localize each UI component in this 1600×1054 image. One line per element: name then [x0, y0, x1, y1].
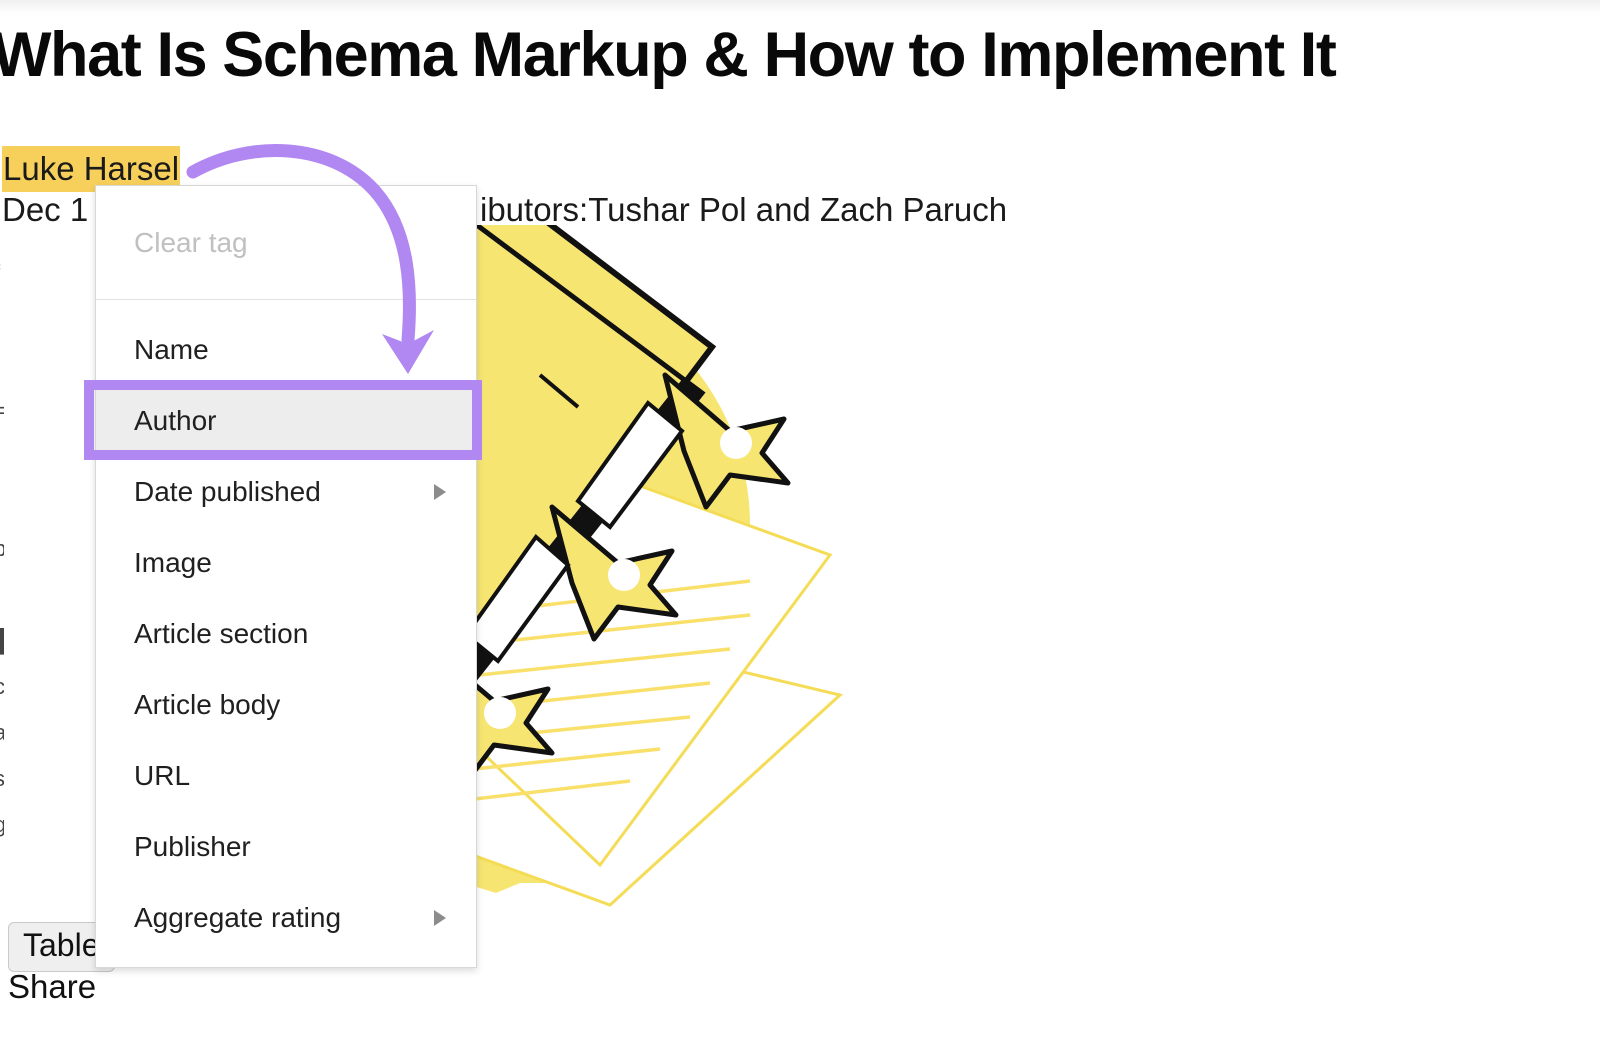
menu-item-label: Name: [134, 333, 209, 365]
menu-item-publisher[interactable]: Publisher: [96, 811, 476, 882]
menu-item-name[interactable]: Name: [96, 314, 476, 385]
menu-item-date-published[interactable]: Date published: [96, 456, 476, 527]
menu-item-aggregate-rating[interactable]: Aggregate rating: [96, 882, 476, 953]
menu-item-article-section[interactable]: Article section: [96, 598, 476, 669]
menu-item-image[interactable]: Image: [96, 527, 476, 598]
clipped-text-fragment: .: [0, 848, 4, 894]
menu-section-tags: Name Author Date published Image Article…: [96, 314, 476, 953]
clipped-text-fragment: ,: [0, 342, 4, 388]
clipped-text-fragment: █: [0, 618, 4, 664]
menu-item-label: Date published: [134, 475, 321, 507]
menu-item-author[interactable]: Author: [96, 385, 476, 456]
menu-item-url[interactable]: URL: [96, 740, 476, 811]
chevron-right-icon: [434, 909, 446, 926]
clipped-text-fragment: |: [0, 480, 4, 526]
clipped-text-fragment: f: [0, 250, 4, 296]
menu-item-label: Article body: [134, 688, 281, 720]
menu-item-label: Publisher: [134, 830, 251, 862]
menu-spacer: [96, 300, 476, 314]
page-title: What Is Schema Markup & How to Implement…: [0, 20, 1337, 90]
menu-item-label: Clear tag: [134, 226, 248, 258]
menu-item-article-body[interactable]: Article body: [96, 669, 476, 740]
menu-section-clear: Clear tag: [96, 186, 476, 300]
schema-tag-context-menu[interactable]: Clear tag Name Author Date published Ima…: [95, 185, 477, 968]
clipped-text-fragment: a: [0, 710, 4, 756]
menu-spacer-bottom: [96, 953, 476, 967]
menu-item-clear-tag[interactable]: Clear tag: [96, 186, 476, 299]
chevron-right-icon: [434, 483, 446, 500]
share-label: Share: [8, 968, 97, 1005]
clipped-text-fragment: g: [0, 802, 4, 848]
contributors-line: ibutors:Tushar Pol and Zach Paruch: [480, 191, 1008, 228]
clipped-text-fragment: b: [0, 526, 4, 572]
clipped-text-fragment: c: [0, 664, 4, 710]
clipped-text-fragment: =: [0, 388, 4, 434]
clipped-text-fragment: .: [0, 572, 4, 618]
menu-item-label: URL: [134, 759, 191, 791]
menu-item-label: Aggregate rating: [134, 901, 342, 933]
clipped-body-text: f t , = | | b . █ c a s g .: [0, 250, 4, 894]
menu-item-label: Article section: [134, 617, 309, 649]
clipped-text-fragment: t: [0, 296, 4, 342]
publish-date: Dec 1: [2, 191, 89, 228]
author-byline: Luke Harsel: [2, 146, 181, 192]
clipped-text-fragment: s: [0, 756, 4, 802]
menu-item-label: Author: [134, 404, 217, 436]
menu-item-label: Image: [134, 546, 212, 578]
clipped-text-fragment: |: [0, 434, 4, 480]
